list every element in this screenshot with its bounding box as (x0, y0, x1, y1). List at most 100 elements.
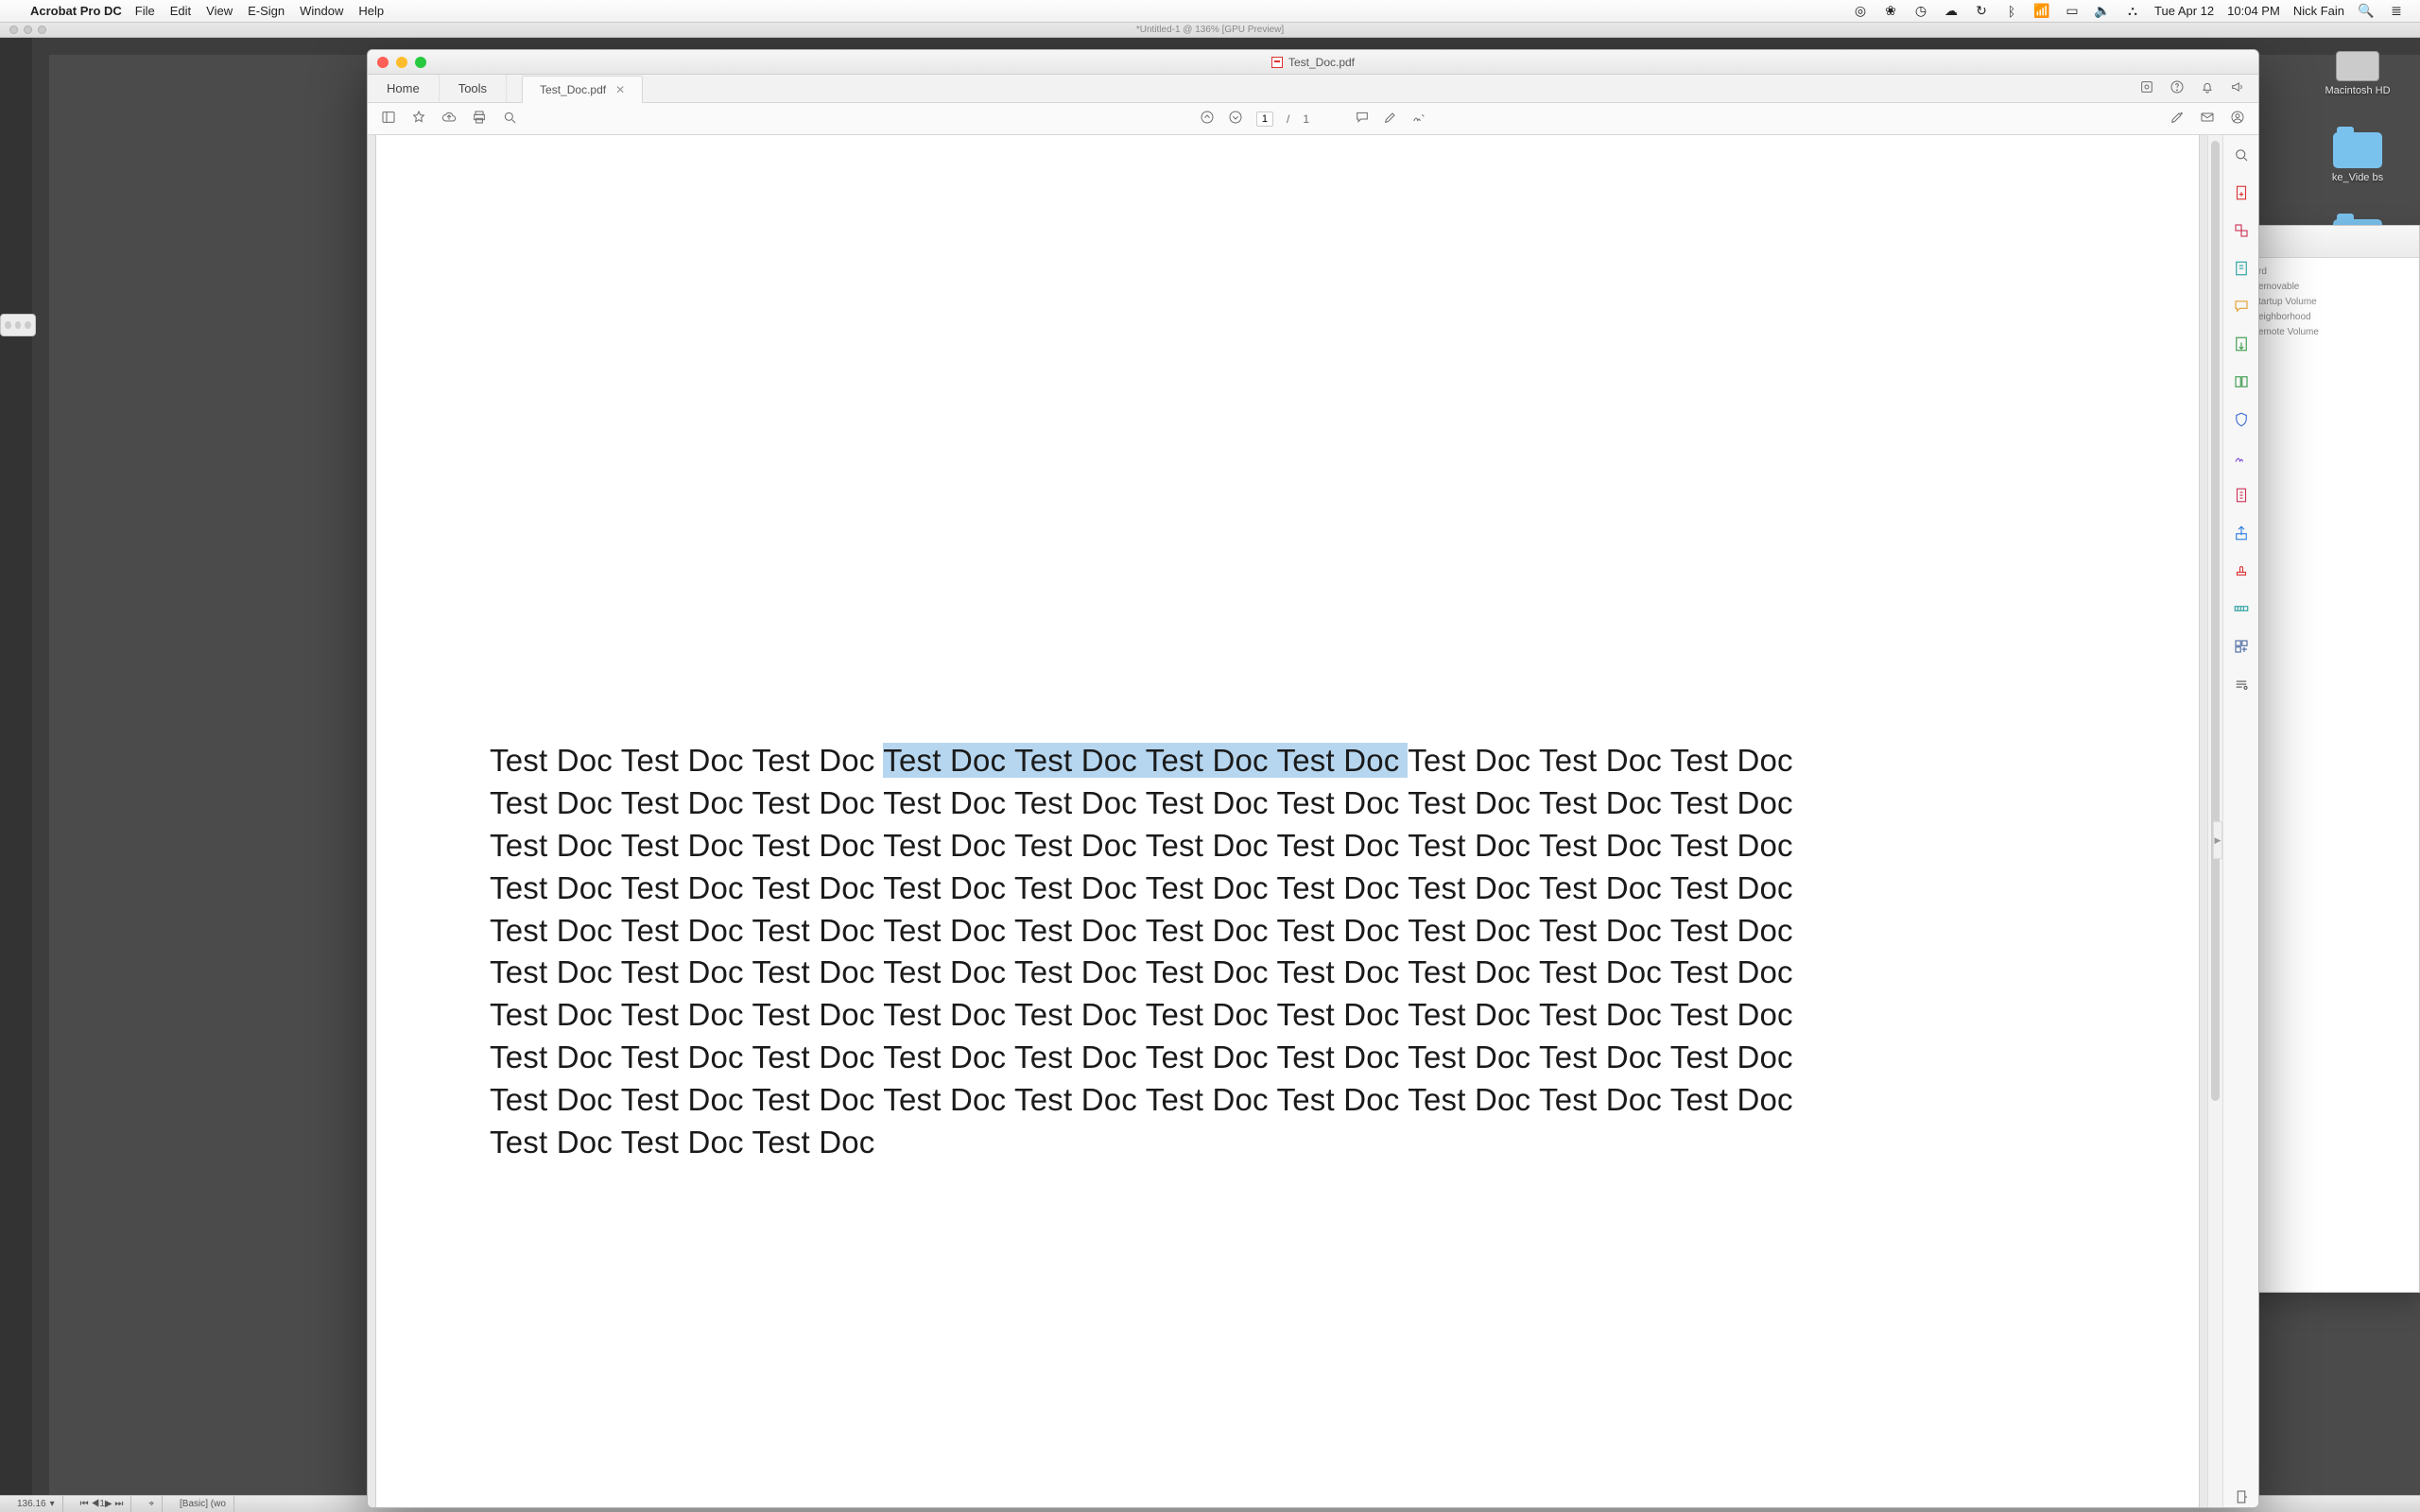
background-window-traffic-lights[interactable] (0, 314, 36, 336)
page-total: 1 (1303, 112, 1309, 126)
tab-home[interactable]: Home (368, 75, 440, 102)
menu-file[interactable]: File (135, 4, 155, 18)
menubar-extra-icon-2[interactable]: ❀ (1882, 3, 1899, 19)
scan-icon[interactable] (2139, 79, 2154, 97)
acrobat-toolbar: / 1 (368, 103, 2258, 135)
fullscreen-button[interactable] (415, 57, 426, 68)
finder-sidebar-item[interactable]: rd (2256, 266, 2413, 278)
page-scroll-area[interactable]: Test Doc Test Doc Test Doc Test Doc Test… (368, 135, 2207, 1507)
rail-share-icon[interactable] (2231, 523, 2252, 543)
desktop-macintosh-hd[interactable]: Macintosh HD (2325, 51, 2390, 96)
rail-page-display-icon[interactable] (2231, 1486, 2252, 1507)
star-icon[interactable] (411, 110, 426, 128)
illustrator-nav-icon[interactable]: ⌖ (141, 1496, 163, 1512)
pdf-text-line[interactable]: Test Doc Test Doc Test Doc Test Doc Test… (490, 952, 2085, 994)
menubar-list-icon[interactable]: ≣ (2388, 3, 2405, 19)
right-rail-collapse-icon[interactable]: ▶ (2213, 821, 2222, 859)
close-button[interactable] (377, 57, 389, 68)
menubar-time[interactable]: 10:04 PM (2227, 4, 2280, 18)
finder-sidebar-item[interactable]: eighborhood (2256, 311, 2413, 323)
menu-help[interactable]: Help (358, 4, 384, 18)
desktop-folder[interactable]: ke_Vide bs (2332, 132, 2383, 183)
pdf-text-line[interactable]: Test Doc Test Doc Test Doc Test Doc Test… (490, 910, 2085, 953)
menu-view[interactable]: View (206, 4, 233, 18)
menubar-date[interactable]: Tue Apr 12 (2154, 4, 2214, 18)
acrobat-titlebar[interactable]: Test_Doc.pdf (368, 50, 2258, 75)
rail-comment-tool-icon[interactable] (2231, 296, 2252, 317)
megaphone-icon[interactable] (2230, 79, 2245, 97)
page-down-icon[interactable] (1228, 110, 1243, 128)
illustrator-zoom[interactable]: 136.16 (17, 1499, 46, 1509)
rail-more-tools-icon[interactable] (2231, 636, 2252, 657)
rail-create-pdf-icon[interactable] (2231, 182, 2252, 203)
rail-redact-icon[interactable] (2231, 674, 2252, 695)
rail-protect-icon[interactable] (2231, 409, 2252, 430)
menubar-volume-icon[interactable]: 🔈 (2094, 3, 2111, 19)
menubar-clock-icon[interactable]: ↻ (1973, 3, 1990, 19)
menubar-cloud-icon[interactable]: ☁ (1943, 3, 1960, 19)
help-icon[interactable] (2169, 79, 2185, 97)
illustrator-tool-panel[interactable] (0, 38, 32, 1495)
pdf-text-line[interactable]: Test Doc Test Doc Test Doc (490, 1122, 2085, 1164)
sign-icon[interactable] (1411, 110, 1426, 128)
notifications-icon[interactable] (2200, 79, 2215, 97)
menubar-extra-icon-3[interactable]: ◷ (1912, 3, 1929, 19)
account-icon[interactable] (2230, 110, 2245, 128)
search-icon[interactable] (502, 110, 517, 128)
print-icon[interactable] (472, 110, 487, 128)
finder-window-background[interactable]: rd emovable tartup Volume eighborhood em… (2250, 225, 2420, 1293)
pdf-text-line[interactable]: Test Doc Test Doc Test Doc Test Doc Test… (490, 994, 2085, 1037)
illustrator-ruler-left (32, 55, 49, 1495)
rail-search-icon[interactable] (2231, 145, 2252, 165)
acrobat-traffic-lights[interactable] (377, 57, 426, 68)
menubar-display-icon[interactable]: ▭ (2064, 3, 2081, 19)
selected-text: Test Doc (1146, 743, 1277, 778)
rail-edit-pdf-icon[interactable] (2231, 258, 2252, 279)
document-tab[interactable]: Test_Doc.pdf ✕ (522, 76, 643, 103)
selected-text: Test Doc (1277, 743, 1409, 778)
edit-draw-icon[interactable] (2169, 110, 2185, 128)
pdf-text-line[interactable]: Test Doc Test Doc Test Doc Test Doc Test… (490, 1079, 2085, 1122)
pdf-text-line[interactable]: Test Doc Test Doc Test Doc Test Doc Test… (490, 868, 2085, 910)
spotlight-icon[interactable]: 🔍 (2358, 3, 2375, 19)
document-tab-label: Test_Doc.pdf (540, 83, 606, 96)
finder-sidebar-item[interactable]: emote Volume (2256, 326, 2413, 338)
illustrator-traffic-lights[interactable] (9, 26, 46, 34)
pdf-text-line[interactable]: Test Doc Test Doc Test Doc Test Doc Test… (490, 740, 2085, 782)
minimize-button[interactable] (396, 57, 407, 68)
illustrator-artboard-nav[interactable]: ⏮ ◀ 1 ▶ ⏭ (73, 1496, 132, 1512)
tab-tools[interactable]: Tools (440, 75, 507, 102)
pdf-page[interactable]: Test Doc Test Doc Test Doc Test Doc Test… (376, 135, 2199, 1507)
rail-measure-icon[interactable] (2231, 598, 2252, 619)
highlight-icon[interactable] (1383, 110, 1398, 128)
menubar-control-center-icon[interactable]: ⛬ (2124, 3, 2141, 19)
pdf-text-line[interactable]: Test Doc Test Doc Test Doc Test Doc Test… (490, 1037, 2085, 1079)
menubar-app-name[interactable]: Acrobat Pro DC (30, 4, 122, 18)
page-number-input[interactable] (1256, 112, 1273, 127)
pdf-text-line[interactable]: Test Doc Test Doc Test Doc Test Doc Test… (490, 782, 2085, 825)
selected-text: Test Doc (883, 743, 1014, 778)
sidebar-toggle-icon[interactable] (381, 110, 396, 128)
finder-sidebar-item[interactable]: emovable (2256, 281, 2413, 293)
rail-fill-sign-icon[interactable] (2231, 447, 2252, 468)
comment-icon[interactable] (1355, 110, 1370, 128)
rail-export-icon[interactable] (2231, 334, 2252, 354)
menu-edit[interactable]: Edit (170, 4, 191, 18)
rail-stamp-icon[interactable] (2231, 560, 2252, 581)
rail-organize-icon[interactable] (2231, 371, 2252, 392)
menubar-wifi-icon[interactable]: 📶 (2033, 3, 2050, 19)
pdf-text-line[interactable]: Test Doc Test Doc Test Doc Test Doc Test… (490, 825, 2085, 868)
page-up-icon[interactable] (1200, 110, 1215, 128)
rail-compress-icon[interactable] (2231, 485, 2252, 506)
menubar-extra-icon-1[interactable]: ◎ (1852, 3, 1869, 19)
menubar-user[interactable]: Nick Fain (2293, 4, 2344, 18)
menu-window[interactable]: Window (300, 4, 343, 18)
close-tab-icon[interactable]: ✕ (615, 83, 625, 96)
finder-sidebar-item[interactable]: tartup Volume (2256, 296, 2413, 308)
menu-esign[interactable]: E-Sign (248, 4, 285, 18)
menubar-bluetooth-icon[interactable]: ᛒ (2003, 4, 2020, 19)
email-icon[interactable] (2200, 110, 2215, 128)
illustrator-doc-title: *Untitled-1 @ 136% [GPU Preview] (1136, 25, 1284, 35)
upload-cloud-icon[interactable] (441, 110, 457, 128)
rail-combine-icon[interactable] (2231, 220, 2252, 241)
